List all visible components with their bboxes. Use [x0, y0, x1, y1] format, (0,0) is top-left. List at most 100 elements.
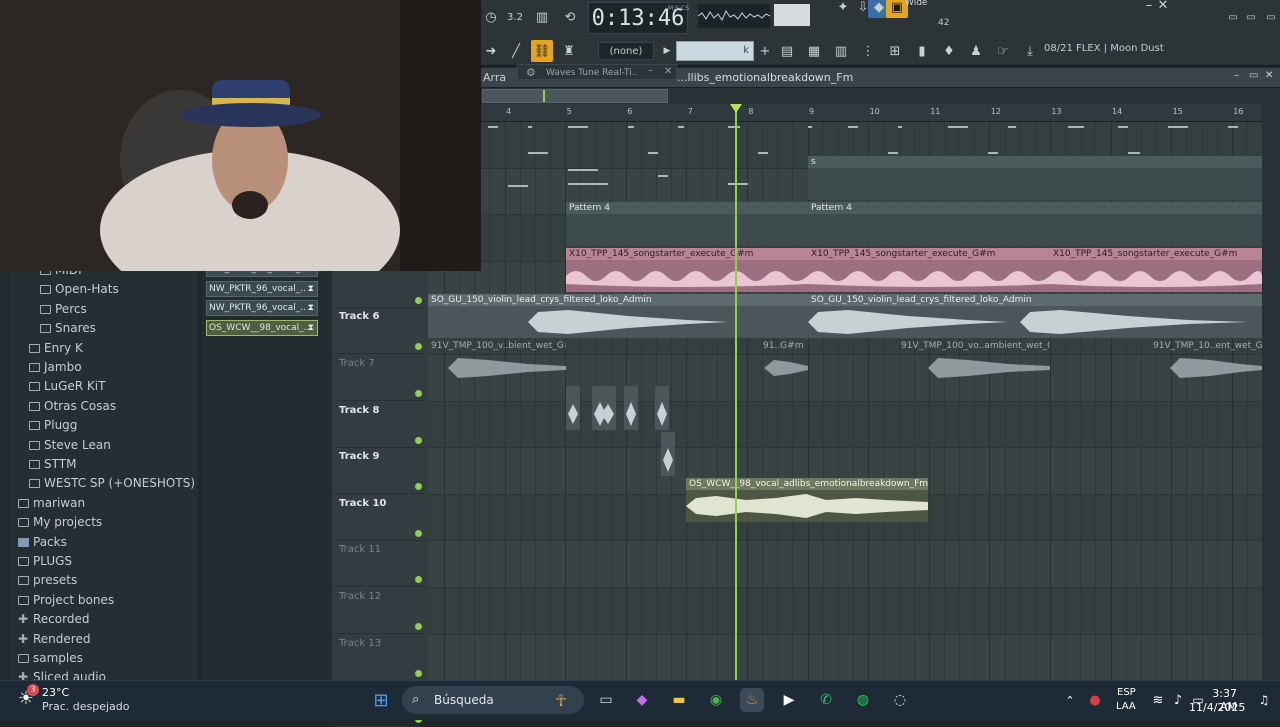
playhead[interactable] — [735, 104, 737, 680]
track-header[interactable]: Track 11 — [334, 541, 424, 588]
recorder-icon[interactable]: ◌ — [888, 688, 912, 712]
track-mute-led[interactable] — [415, 343, 422, 351]
key-input[interactable]: k — [676, 41, 754, 61]
track-mute-led[interactable] — [415, 483, 422, 491]
track-lane[interactable] — [428, 588, 1262, 635]
songstarter-clip-3[interactable]: X10_TPP_145_songstarter_execute_G#m — [1050, 248, 1262, 292]
playhead-marker-icon[interactable] — [730, 104, 742, 113]
search-highlight-icon[interactable]: ☥ — [549, 688, 573, 712]
pattern-select[interactable]: (none) — [598, 42, 654, 60]
fl-studio-icon[interactable]: ♨ — [740, 688, 764, 712]
vocal-chop-5[interactable] — [661, 432, 675, 476]
gear-icon[interactable]: ⚙ — [526, 66, 536, 79]
browser-item[interactable]: Snares — [40, 321, 96, 335]
track-mute-led[interactable] — [415, 576, 422, 584]
playlist-icon[interactable]: ⊞ — [884, 40, 906, 62]
playlist-close-icon[interactable]: ✕ — [1265, 70, 1273, 81]
track-header[interactable]: Track 7 — [334, 355, 424, 401]
track-header[interactable]: Track 6 — [334, 308, 424, 355]
browser-scrollbar[interactable] — [0, 270, 10, 680]
track-lane[interactable] — [428, 402, 1262, 449]
picker-item[interactable]: OS_WCW__98_vocal_.. ⧗ — [206, 319, 318, 336]
playlist-menu[interactable]: Arra — [483, 71, 506, 84]
track-lane[interactable] — [428, 634, 1262, 680]
person-icon[interactable]: ♟ — [965, 40, 987, 62]
browser-item[interactable]: PLUGS — [18, 554, 72, 568]
task-view-icon[interactable]: ▭ — [594, 688, 618, 712]
close-icon[interactable]: ✕ — [1152, 0, 1174, 16]
track-mute-led[interactable] — [415, 623, 422, 630]
file-explorer-icon[interactable]: ▬ — [667, 688, 691, 712]
weather-desc[interactable]: Prac. despejado — [42, 700, 129, 713]
window-close-icon[interactable]: ▭ — [1260, 6, 1280, 28]
chrome-icon[interactable]: ◉ — [704, 688, 728, 712]
automation-clip[interactable] — [428, 122, 1262, 156]
vocal-chop-2[interactable] — [592, 386, 616, 430]
browser-item[interactable]: Packs — [18, 535, 67, 549]
vertical-scrollbar[interactable] — [1262, 104, 1280, 680]
layout-label[interactable]: LAA — [1116, 701, 1136, 712]
ambient-clip-2[interactable]: 91..G#m — [760, 340, 808, 384]
browser-item[interactable]: ✚ Recorded — [18, 612, 89, 626]
browser-item[interactable]: LuGeR KiT — [29, 379, 105, 393]
mixer-icon-1[interactable]: ▤ — [776, 40, 798, 62]
playlist-maximize-icon[interactable]: ▭ — [1249, 70, 1258, 81]
browser-item[interactable]: Enry K — [29, 341, 83, 355]
link-icon[interactable]: ⛓ — [531, 40, 553, 62]
pattern-clip-s[interactable]: s — [808, 156, 1262, 200]
browser-item[interactable]: Open-Hats — [40, 282, 119, 296]
browser-item[interactable]: ✚ Rendered — [18, 632, 90, 646]
notification-icon[interactable]: ♫ — [1252, 688, 1276, 712]
browser-item[interactable]: Steve Lean — [29, 438, 111, 452]
scroll-thumb[interactable] — [482, 89, 668, 103]
browser-item[interactable]: WESTC SP (+ONESHOTS) — [29, 476, 195, 490]
chevron-up-icon[interactable]: ⌃ — [1058, 688, 1082, 712]
violin-clip-1[interactable]: SO_GU_150_violin_lead_crys_filtered_loko… — [428, 294, 808, 338]
browser-item[interactable]: mariwan — [18, 496, 85, 510]
chevron-right-icon[interactable]: › — [836, 72, 839, 81]
vocal-adlib-clip[interactable]: OS_WCW__98_vocal_adlibs_emotionalbreakdo… — [686, 478, 928, 522]
clock-date[interactable]: 11/4/2025 — [1189, 701, 1245, 714]
vocal-chop-3[interactable] — [624, 386, 638, 430]
browser-item[interactable]: samples — [18, 651, 83, 665]
language-label[interactable]: ESP — [1117, 687, 1136, 698]
windows-start-icon[interactable]: ⊞ — [369, 688, 393, 712]
spotify-icon[interactable]: ◍ — [851, 688, 875, 712]
vocal-chop-1[interactable] — [566, 386, 580, 430]
piano-roll-icon[interactable]: ▥ — [830, 40, 852, 62]
track-header[interactable]: Track 13 — [334, 635, 424, 681]
copilot-icon[interactable]: ◆ — [630, 688, 654, 712]
browser-item[interactable]: presets — [18, 573, 77, 587]
playlist-minimize-icon[interactable]: – — [1234, 70, 1239, 81]
close-tab-icon[interactable]: ✕ — [664, 66, 672, 77]
browser-icon[interactable]: ▮ — [911, 40, 933, 62]
track-header[interactable]: Track 10 — [334, 495, 424, 541]
track-mute-led[interactable] — [415, 529, 422, 537]
step-edit-icon[interactable]: ▥ — [531, 6, 553, 28]
playlist-canvas[interactable]: s Pattern 4 Pattern 4 X10_TPP_145_songst… — [428, 122, 1262, 680]
minimize-tab-icon[interactable]: – — [648, 65, 653, 76]
track-mute-led[interactable] — [415, 296, 422, 304]
metronome-icon[interactable]: ◷ — [480, 6, 502, 28]
waves-tune-tab[interactable]: Waves Tune Real-Ti.. — [517, 64, 677, 80]
loop-record-icon[interactable]: ⟲ — [559, 6, 581, 28]
track-lane[interactable] — [428, 541, 1262, 588]
ambient-clip-4[interactable]: 91V_TMP_10..ent_wet_G#m — [1150, 340, 1262, 384]
channel-rack-icon[interactable]: ▦ — [803, 40, 825, 62]
tempo-icon[interactable]: 3.2 — [504, 6, 526, 28]
flex-preset-label[interactable]: 08/21 FLEX | Moon Dust — [1044, 43, 1164, 54]
songstarter-clip-1[interactable]: X10_TPP_145_songstarter_execute_G#m — [566, 248, 808, 292]
browser-item[interactable]: Jambo — [29, 360, 82, 374]
track-mute-led[interactable] — [415, 390, 422, 397]
mic-icon[interactable]: ● — [1083, 688, 1107, 712]
track-header[interactable]: Track 9 — [334, 448, 424, 495]
window-max-icon[interactable]: ▭ — [1240, 6, 1262, 28]
weather-temp[interactable]: 23°C — [42, 686, 69, 699]
browser-item[interactable]: My projects — [18, 515, 102, 529]
picker-item[interactable]: NW_PKTR_96_vocal_..⧗ — [206, 280, 318, 297]
download-icon[interactable]: ⤓ — [1019, 40, 1041, 62]
browser-item[interactable]: Percs — [40, 302, 87, 316]
plugin-db-icon[interactable]: ♦ — [938, 40, 960, 62]
draw-tool-icon[interactable]: ╱ — [505, 40, 527, 62]
picker-item[interactable]: NW_PKTR_96_vocal_..⧗ — [206, 300, 318, 316]
